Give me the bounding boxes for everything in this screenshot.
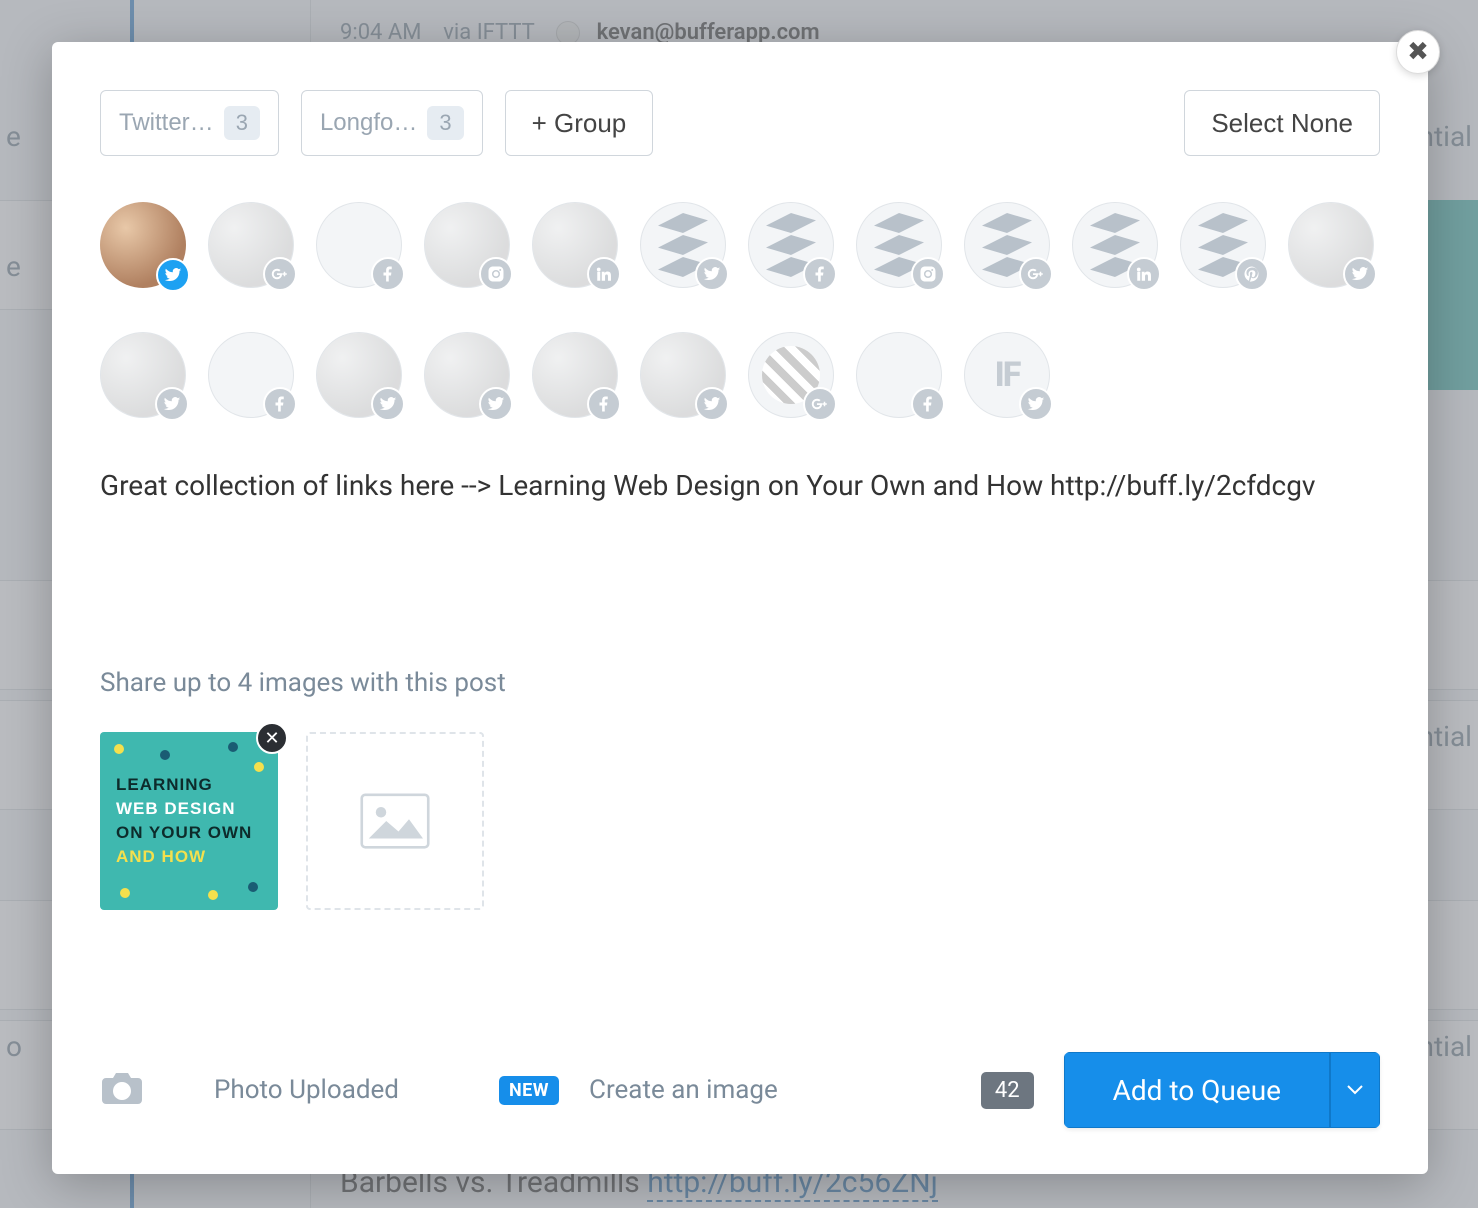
profile-picker: IF xyxy=(100,202,1380,418)
add-image-slot[interactable] xyxy=(306,732,484,910)
twitter-icon xyxy=(371,387,405,421)
profile-twitter[interactable] xyxy=(316,332,402,418)
profile-twitter[interactable] xyxy=(640,332,726,418)
twitter-icon xyxy=(1343,257,1377,291)
profile-twitter[interactable] xyxy=(1288,202,1374,288)
googleplus-icon xyxy=(803,387,837,421)
group-count: 3 xyxy=(224,106,260,140)
group-label: Longfo… xyxy=(320,109,417,137)
linkedin-icon xyxy=(1127,257,1161,291)
close-button[interactable]: ✖ xyxy=(1396,30,1440,74)
twitter-icon xyxy=(695,257,729,291)
create-image-link[interactable]: Create an image xyxy=(589,1075,778,1105)
image-share-hint: Share up to 4 images with this post xyxy=(100,668,1380,698)
profile-twitter[interactable] xyxy=(424,332,510,418)
profile-facebook[interactable] xyxy=(532,332,618,418)
profile-facebook[interactable] xyxy=(748,202,834,288)
profile-linkedin[interactable] xyxy=(1072,202,1158,288)
profile-group-longform[interactable]: Longfo… 3 xyxy=(301,90,483,156)
new-badge: NEW xyxy=(499,1076,559,1105)
image-placeholder-icon xyxy=(360,793,430,849)
add-to-queue-button-group: Add to Queue xyxy=(1064,1052,1380,1128)
profile-facebook[interactable] xyxy=(208,332,294,418)
close-icon: ✖ xyxy=(1407,37,1429,67)
profile-googleplus[interactable] xyxy=(208,202,294,288)
add-group-button[interactable]: + Group xyxy=(505,90,654,156)
camera-icon[interactable] xyxy=(100,1070,144,1110)
profile-instagram[interactable] xyxy=(424,202,510,288)
facebook-icon xyxy=(263,387,297,421)
group-count: 3 xyxy=(427,106,463,140)
googleplus-icon xyxy=(263,257,297,291)
twitter-icon xyxy=(156,258,190,292)
profile-facebook[interactable] xyxy=(316,202,402,288)
attached-images: LEARNING WEB DESIGN ON YOUR OWN AND HOW … xyxy=(100,732,1380,910)
group-label: Twitter… xyxy=(119,109,214,137)
compose-textarea[interactable]: Great collection of links here --> Learn… xyxy=(100,466,1380,656)
top-toolbar: Twitter… 3 Longfo… 3 + Group Select None xyxy=(100,90,1380,156)
queue-dropdown-toggle[interactable] xyxy=(1330,1052,1380,1128)
attached-image-1[interactable]: LEARNING WEB DESIGN ON YOUR OWN AND HOW … xyxy=(100,732,278,910)
profile-googleplus[interactable] xyxy=(748,332,834,418)
add-to-queue-button[interactable]: Add to Queue xyxy=(1064,1052,1330,1128)
compose-footer: Photo Uploaded NEW Create an image 42 Ad… xyxy=(100,1052,1380,1128)
facebook-icon xyxy=(371,257,405,291)
profile-facebook[interactable] xyxy=(856,332,942,418)
profile-twitter[interactable] xyxy=(100,332,186,418)
profile-googleplus[interactable] xyxy=(964,202,1050,288)
profile-twitter[interactable] xyxy=(640,202,726,288)
compose-modal: ✖ Twitter… 3 Longfo… 3 + Group Select No… xyxy=(52,42,1428,1174)
profile-linkedin[interactable] xyxy=(532,202,618,288)
remove-image-button[interactable]: ✕ xyxy=(256,722,288,754)
character-count: 42 xyxy=(981,1072,1034,1109)
profile-instagram[interactable] xyxy=(856,202,942,288)
pinterest-icon xyxy=(1235,257,1269,291)
profile-group-twitter[interactable]: Twitter… 3 xyxy=(100,90,279,156)
twitter-icon xyxy=(155,387,189,421)
facebook-icon xyxy=(911,387,945,421)
googleplus-icon xyxy=(1019,257,1053,291)
twitter-icon xyxy=(695,387,729,421)
profile-twitter[interactable] xyxy=(100,202,186,288)
close-icon: ✕ xyxy=(264,728,279,749)
facebook-icon xyxy=(803,257,837,291)
instagram-icon xyxy=(479,257,513,291)
profile-pinterest[interactable] xyxy=(1180,202,1266,288)
photo-upload-status: Photo Uploaded xyxy=(214,1075,399,1105)
chevron-down-icon xyxy=(1347,1085,1363,1095)
instagram-icon xyxy=(911,257,945,291)
linkedin-icon xyxy=(587,257,621,291)
twitter-icon xyxy=(1019,387,1053,421)
facebook-icon xyxy=(587,387,621,421)
profile-twitter[interactable]: IF xyxy=(964,332,1050,418)
select-none-button[interactable]: Select None xyxy=(1184,90,1380,156)
twitter-icon xyxy=(479,387,513,421)
